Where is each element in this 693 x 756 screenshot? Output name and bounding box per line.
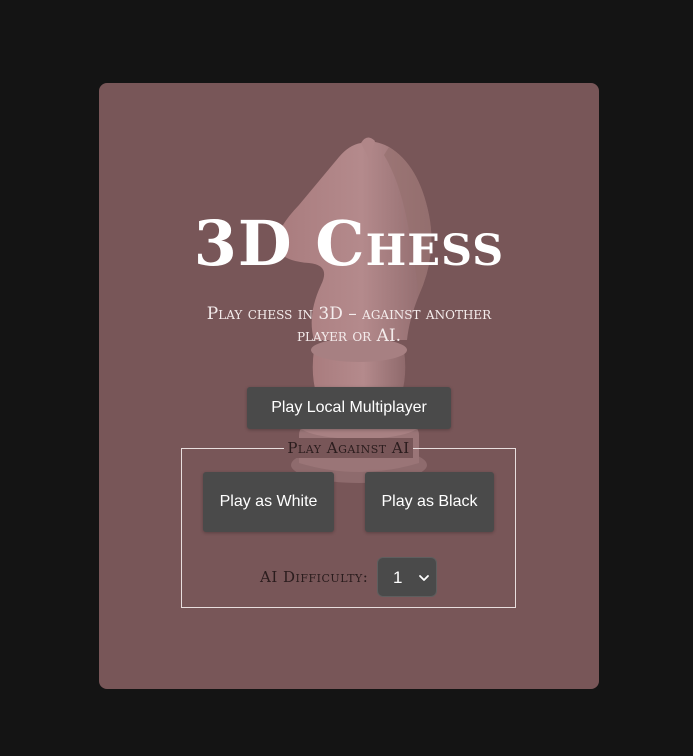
play-local-multiplayer-button[interactable]: Play Local Multiplayer: [247, 387, 451, 429]
page-subtitle: Play chess in 3D – against another playe…: [206, 304, 492, 346]
ai-difficulty-label: AI Difficulty:: [260, 568, 369, 586]
ai-difficulty-select[interactable]: 1: [377, 557, 437, 597]
main-menu-card: 3D Chess Play chess in 3D – against anot…: [99, 83, 599, 689]
chevron-down-icon: [419, 575, 429, 581]
ai-fieldset: Play Against AI Play as White Play as Bl…: [181, 438, 516, 608]
play-as-white-button[interactable]: Play as White: [203, 472, 334, 532]
ai-difficulty-value: 1: [393, 568, 403, 587]
ai-difficulty-row: AI Difficulty: 1: [182, 557, 515, 597]
page-title: 3D Chess: [193, 207, 505, 280]
play-as-black-button[interactable]: Play as Black: [365, 472, 494, 532]
